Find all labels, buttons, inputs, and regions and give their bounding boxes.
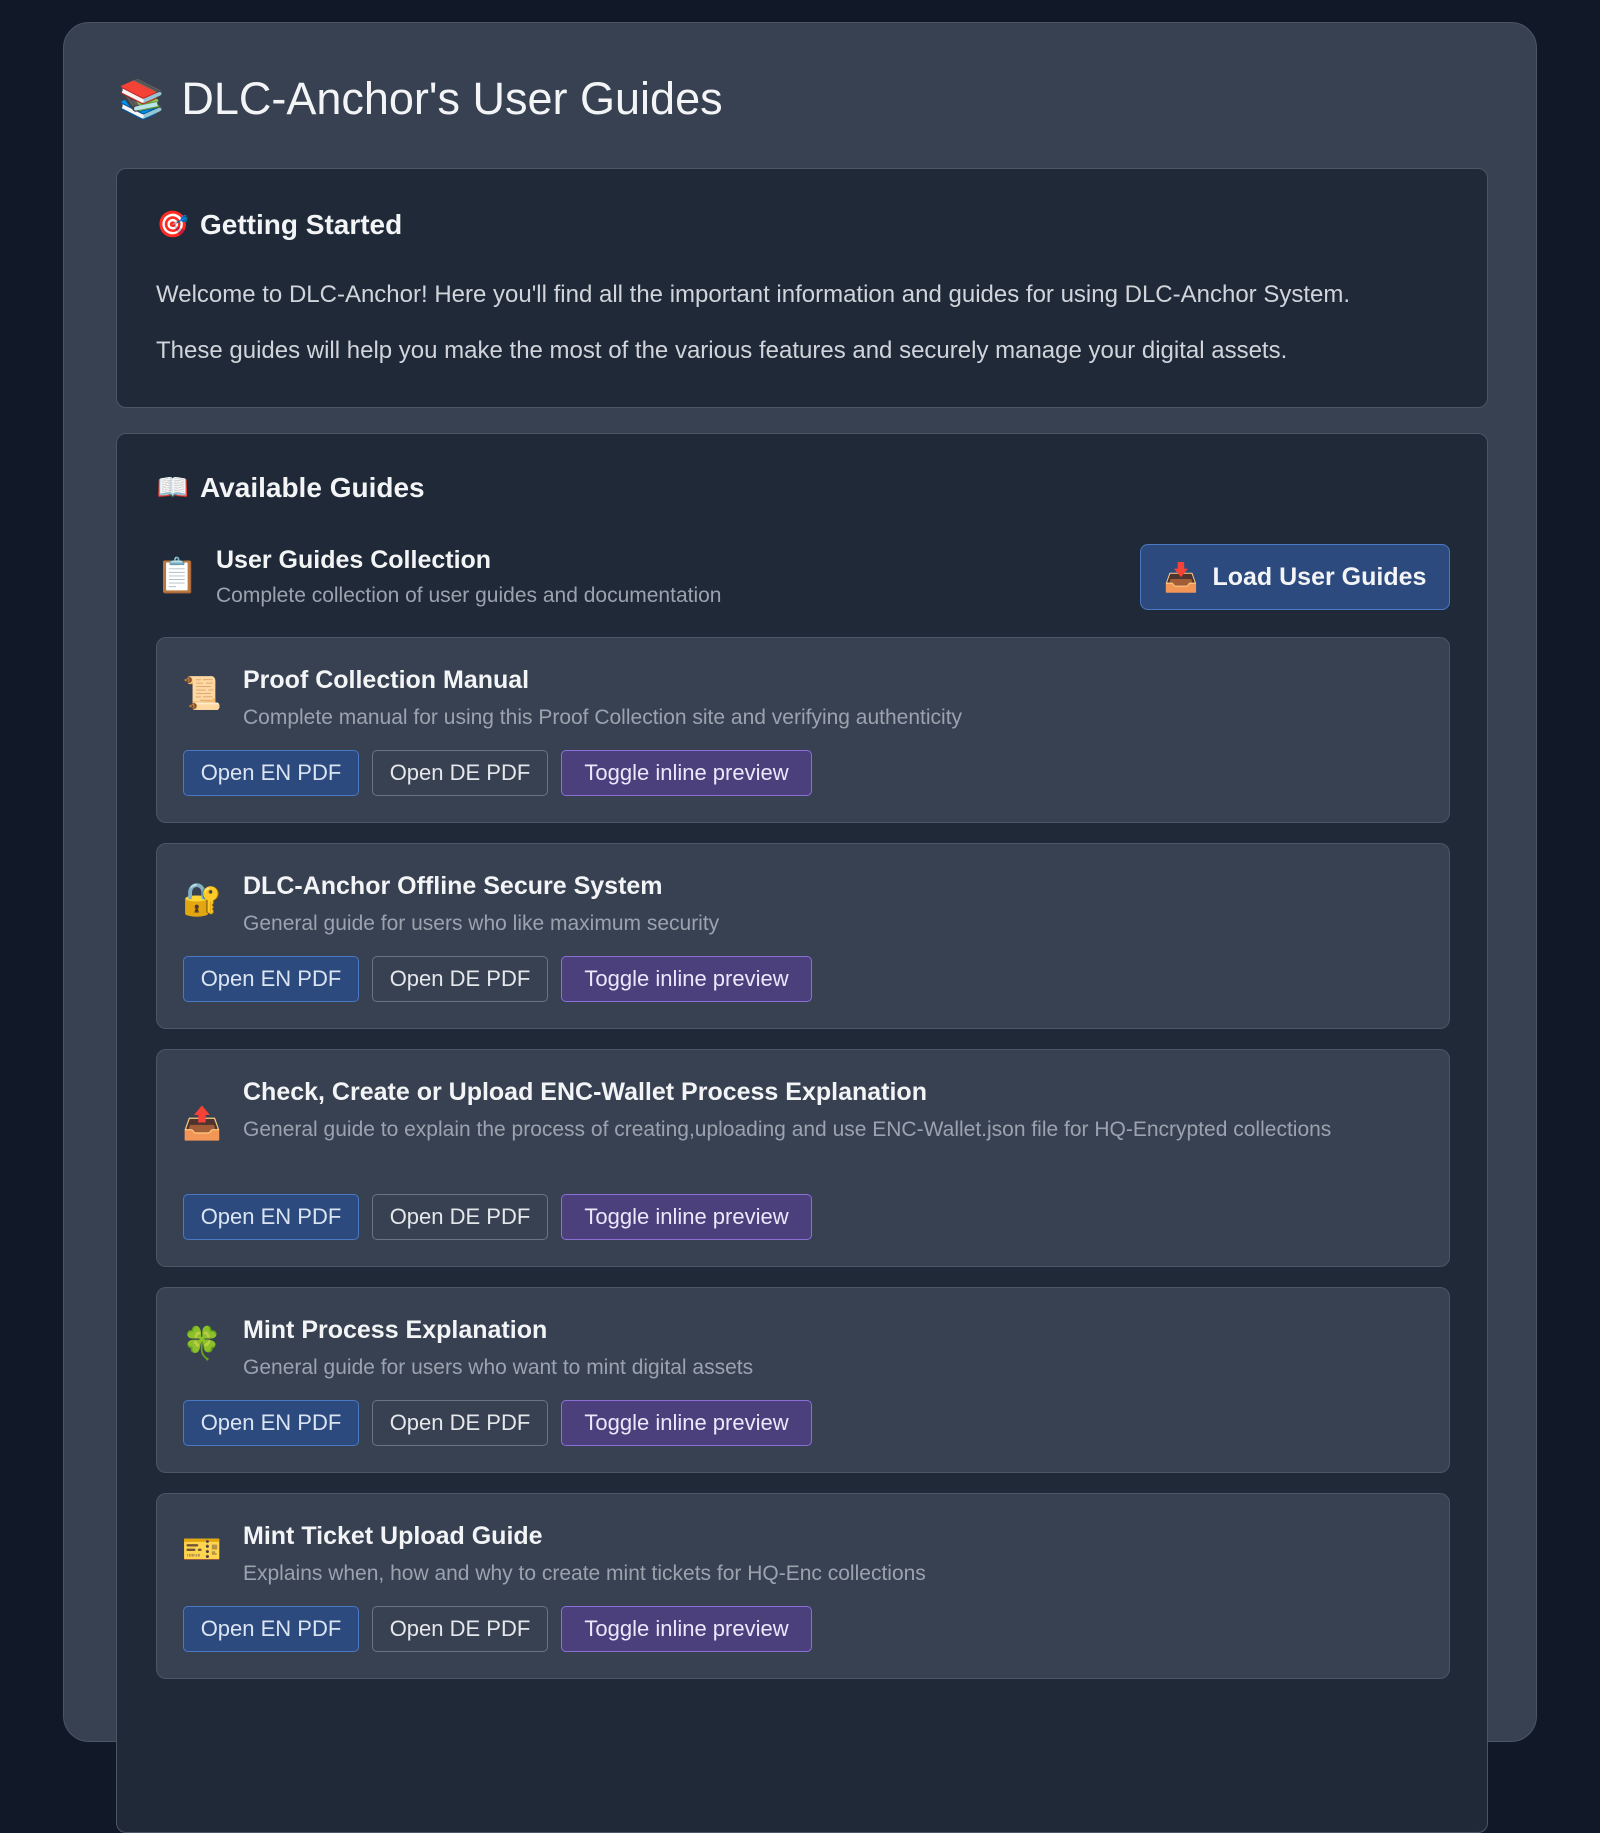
guide-title: Check, Create or Upload ENC-Wallet Proce… <box>243 1078 927 1106</box>
open-de-pdf-button[interactable]: Open DE PDF <box>372 750 548 796</box>
open-book-icon: 📖 <box>156 473 190 503</box>
guide-card-mint-ticket-upload: 🎫 Mint Ticket Upload Guide Explains when… <box>156 1493 1450 1679</box>
guide-title: DLC-Anchor Offline Secure System <box>243 872 663 900</box>
scroll-icon: 📜 <box>182 674 222 712</box>
user-guides-collection: 📋 User Guides Collection Complete collec… <box>156 544 1450 614</box>
clipboard-icon: 📋 <box>156 556 199 596</box>
toggle-inline-preview-button[interactable]: Toggle inline preview <box>561 1194 812 1240</box>
load-user-guides-label: Load User Guides <box>1212 562 1427 591</box>
page-title: 📚 DLC-Anchor's User Guides <box>118 73 723 125</box>
four-leaf-clover-icon: 🍀 <box>182 1324 222 1362</box>
dart-target-icon: 🎯 <box>156 210 190 240</box>
outbox-tray-icon: 📤 <box>182 1104 222 1142</box>
open-en-pdf-button[interactable]: Open EN PDF <box>183 750 359 796</box>
toggle-inline-preview-button[interactable]: Toggle inline preview <box>561 956 812 1002</box>
open-de-pdf-button[interactable]: Open DE PDF <box>372 1606 548 1652</box>
open-en-pdf-button[interactable]: Open EN PDF <box>183 1400 359 1446</box>
guide-title: Mint Ticket Upload Guide <box>243 1522 543 1550</box>
guide-card-mint-process: 🍀 Mint Process Explanation General guide… <box>156 1287 1450 1473</box>
available-guides-card: 📖 Available Guides 📋 User Guides Collect… <box>116 433 1488 1833</box>
guide-description: General guide to explain the process of … <box>243 1118 1332 1141</box>
guide-card-enc-wallet-process: 📤 Check, Create or Upload ENC-Wallet Pro… <box>156 1049 1450 1267</box>
open-de-pdf-button[interactable]: Open DE PDF <box>372 1194 548 1240</box>
load-user-guides-button[interactable]: 📥 Load User Guides <box>1140 544 1450 610</box>
guide-actions: Open EN PDF Open DE PDF Toggle inline pr… <box>183 1400 812 1446</box>
guide-description: General guide for users who like maximum… <box>243 912 720 935</box>
open-en-pdf-button[interactable]: Open EN PDF <box>183 1194 359 1240</box>
lock-with-key-icon: 🔐 <box>182 880 222 918</box>
guide-description: General guide for users who want to mint… <box>243 1356 754 1379</box>
available-guides-heading-text: Available Guides <box>200 472 425 503</box>
guide-card-offline-secure-system: 🔐 DLC-Anchor Offline Secure System Gener… <box>156 843 1450 1029</box>
guide-actions: Open EN PDF Open DE PDF Toggle inline pr… <box>183 750 812 796</box>
toggle-inline-preview-button[interactable]: Toggle inline preview <box>561 1606 812 1652</box>
collection-title: User Guides Collection <box>216 546 492 574</box>
getting-started-card: 🎯 Getting Started Welcome to DLC-Anchor!… <box>116 168 1488 408</box>
intro-paragraph: Welcome to DLC-Anchor! Here you'll find … <box>156 281 1351 308</box>
ticket-icon: 🎫 <box>182 1530 222 1568</box>
open-en-pdf-button[interactable]: Open EN PDF <box>183 1606 359 1652</box>
guide-title: Proof Collection Manual <box>243 666 530 694</box>
open-de-pdf-button[interactable]: Open DE PDF <box>372 1400 548 1446</box>
books-icon: 📚 <box>118 76 166 121</box>
available-guides-heading: 📖 Available Guides <box>156 472 425 504</box>
inbox-tray-icon: 📥 <box>1163 560 1199 594</box>
guides-panel: 📚 DLC-Anchor's User Guides 🎯 Getting Sta… <box>63 22 1537 1833</box>
getting-started-heading-text: Getting Started <box>200 209 403 240</box>
toggle-inline-preview-button[interactable]: Toggle inline preview <box>561 1400 812 1446</box>
intro-paragraph: These guides will help you make the most… <box>156 337 1288 364</box>
guide-actions: Open EN PDF Open DE PDF Toggle inline pr… <box>183 1606 812 1652</box>
page-title-text: DLC-Anchor's User Guides <box>181 73 723 124</box>
open-de-pdf-button[interactable]: Open DE PDF <box>372 956 548 1002</box>
guide-description: Complete manual for using this Proof Col… <box>243 706 963 729</box>
guide-card-proof-collection-manual: 📜 Proof Collection Manual Complete manua… <box>156 637 1450 823</box>
collection-description: Complete collection of user guides and d… <box>216 584 722 607</box>
toggle-inline-preview-button[interactable]: Toggle inline preview <box>561 750 812 796</box>
getting-started-heading: 🎯 Getting Started <box>156 209 402 241</box>
guide-description: Explains when, how and why to create min… <box>243 1562 926 1585</box>
open-en-pdf-button[interactable]: Open EN PDF <box>183 956 359 1002</box>
guide-actions: Open EN PDF Open DE PDF Toggle inline pr… <box>183 1194 812 1240</box>
guide-actions: Open EN PDF Open DE PDF Toggle inline pr… <box>183 956 812 1002</box>
guide-title: Mint Process Explanation <box>243 1316 548 1344</box>
